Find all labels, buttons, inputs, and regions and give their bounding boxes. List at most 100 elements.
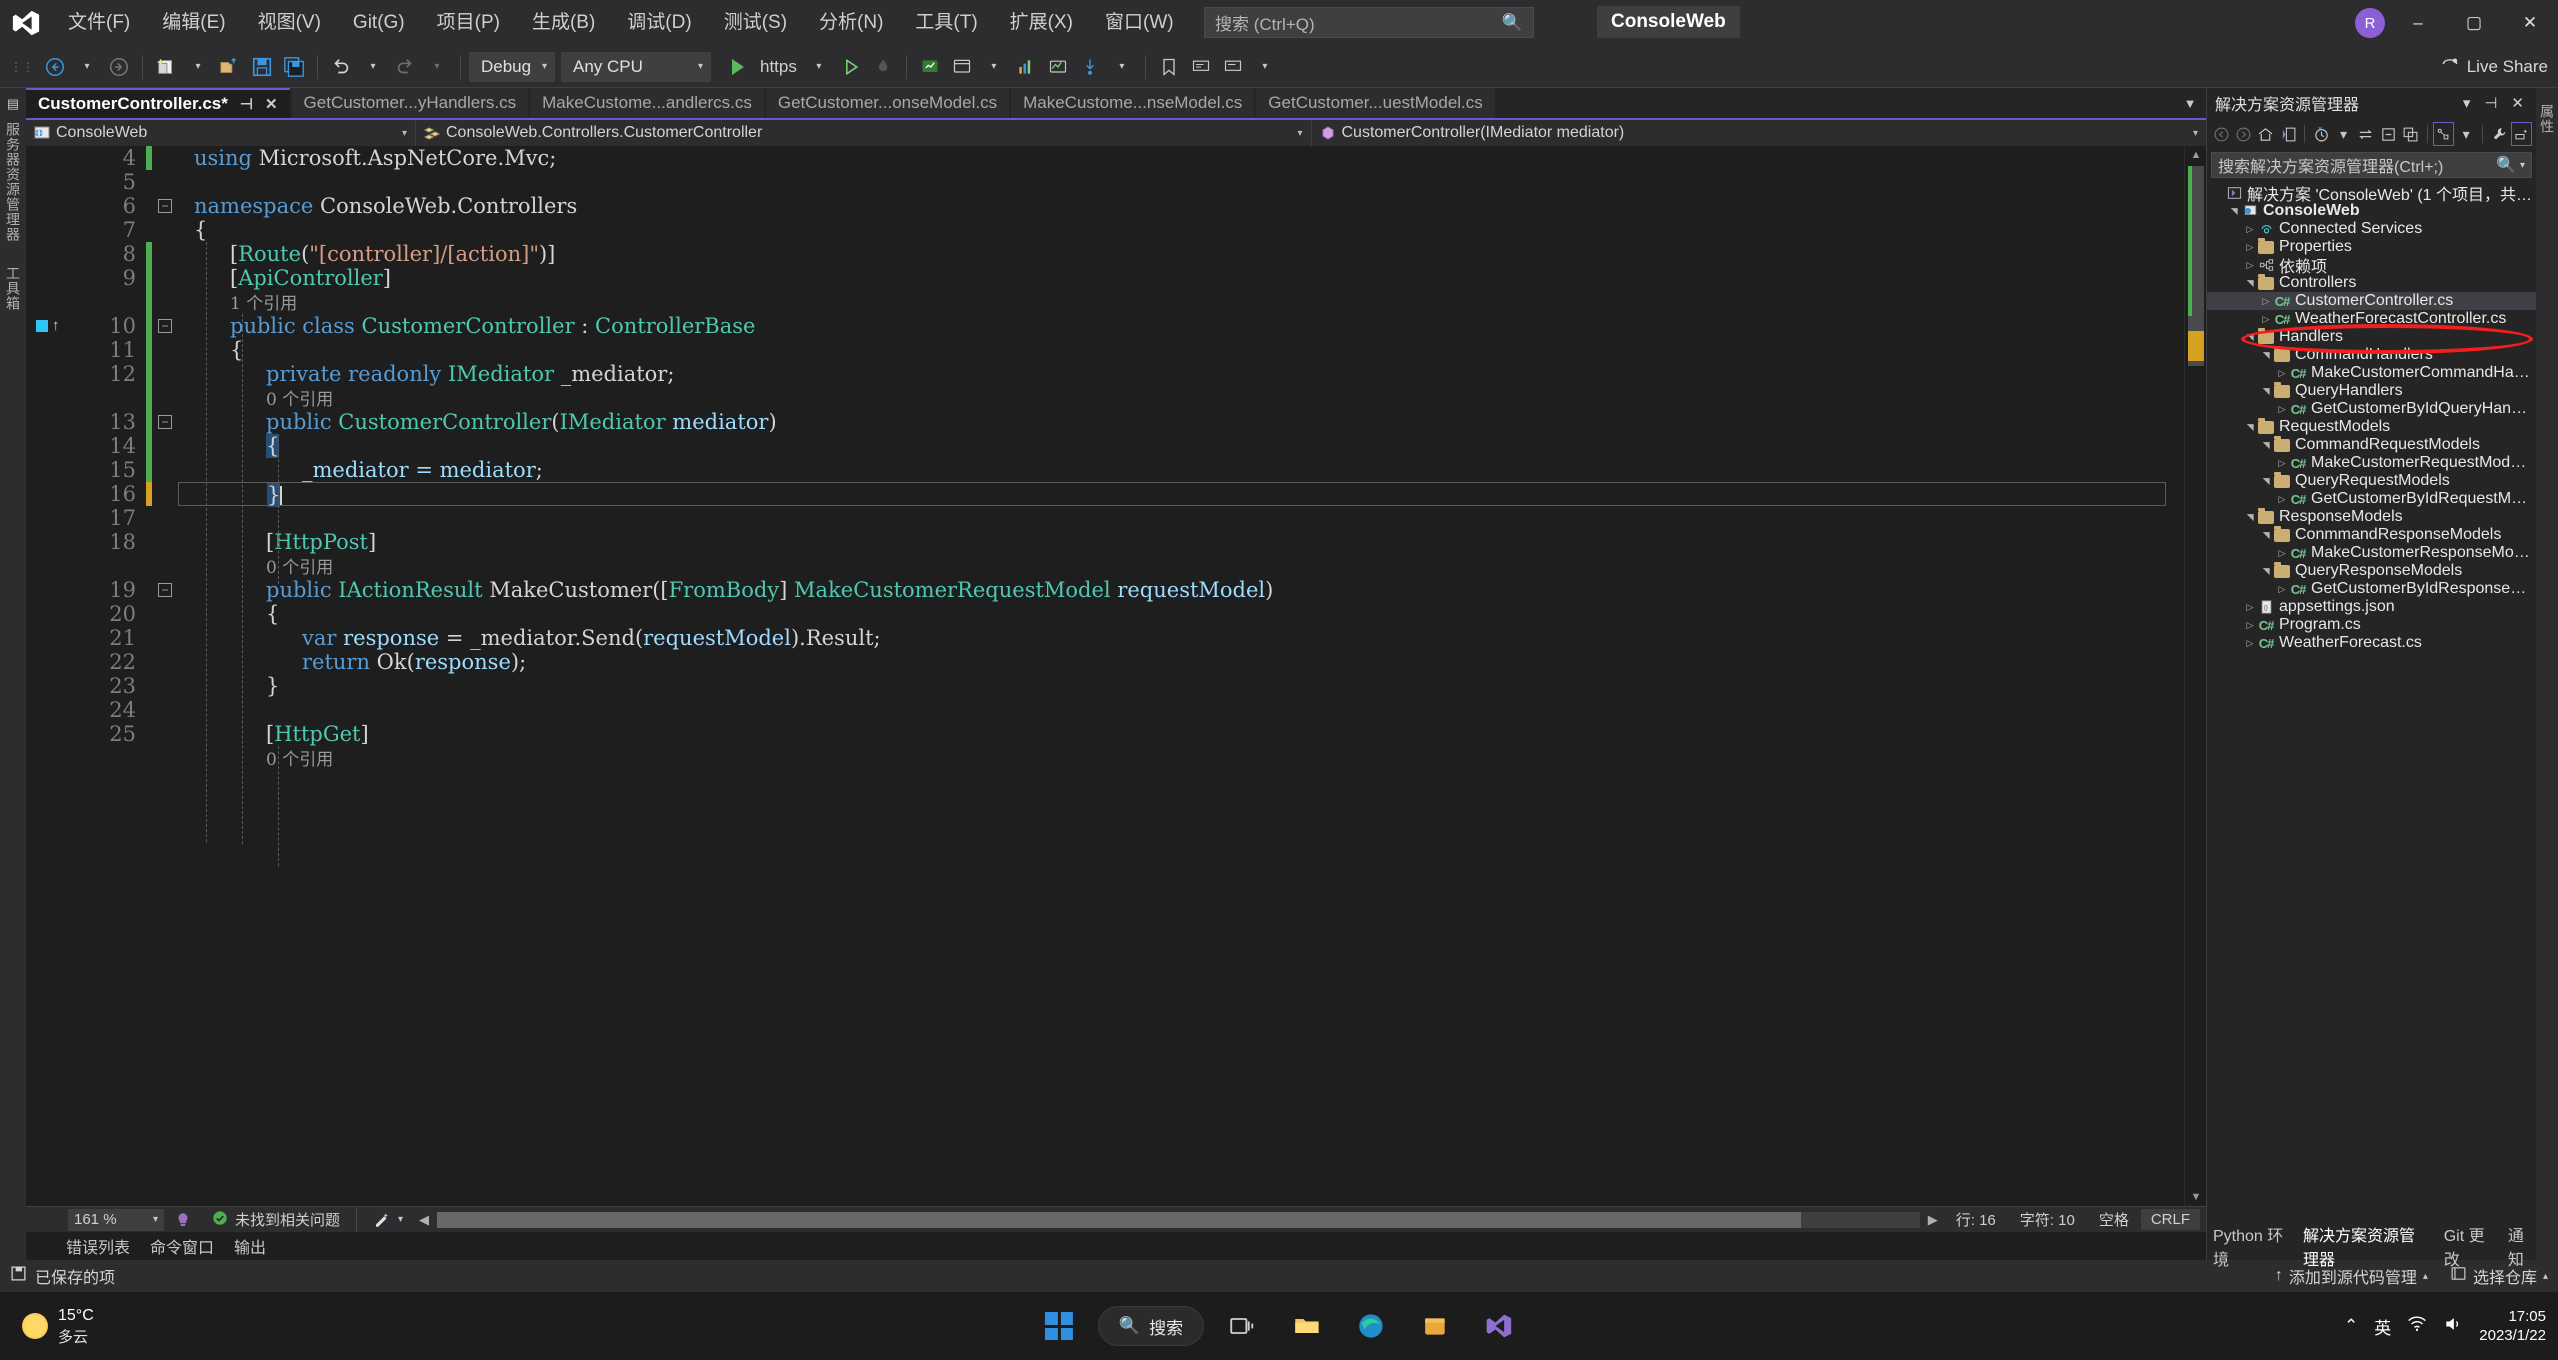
code-line[interactable]: return Ok(response); [178,650,2184,674]
glyph-margin[interactable]: ↑ [26,146,78,1206]
configuration-combo[interactable]: Debug ▾ [469,51,555,82]
code-line[interactable] [178,170,2184,194]
quick-search-input[interactable]: 搜索 (Ctrl+Q) 🔍 [1204,7,1534,38]
intellicode-icon[interactable] [164,1211,202,1229]
menu-window[interactable]: 窗口(W) [1089,0,1190,46]
tree-item-makecustomercommandhandlercs-cs[interactable]: ▷C#MakeCustomerCommandHandlercs.cs [2207,364,2536,382]
menu-debug[interactable]: 调试(D) [611,0,707,46]
task-view-icon[interactable] [1218,1301,1268,1351]
tree-item-connected-services[interactable]: ▷ Connected Services [2207,220,2536,238]
menu-edit[interactable]: 编辑(E) [146,0,241,46]
twisty-collapsed-icon[interactable]: ▷ [2275,404,2289,415]
redo-dropdown[interactable]: ▾ [422,50,452,84]
right-rail-label-properties[interactable]: 属性 [2537,104,2557,134]
navbar-project-selector[interactable]: ConsoleWeb ▾ [26,120,416,146]
twisty-expanded-icon[interactable]: ◢ [2261,564,2272,578]
tree-item-commandhandlers[interactable]: ◢ CommandHandlers [2207,345,2536,364]
menu-build[interactable]: 生成(B) [516,0,611,46]
twisty-collapsed-icon[interactable]: ▷ [2275,584,2289,595]
navbar-type-selector[interactable]: ConsoleWeb.Controllers.CustomerControlle… [416,120,1312,146]
navigate-back-dropdown[interactable]: ▾ [72,50,102,84]
twisty-collapsed-icon[interactable]: ▷ [2275,368,2289,379]
twisty-collapsed-icon[interactable]: ▷ [2243,242,2257,253]
issues-status[interactable]: 未找到相关问题 [202,1209,350,1230]
minimize-button[interactable]: – [2390,0,2446,46]
tree-item-weatherforecastcontroller-cs[interactable]: ▷ C# WeatherForecastController.cs [2207,310,2536,328]
twisty-collapsed-icon[interactable]: ▷ [2243,224,2257,235]
tree-item-program-cs[interactable]: ▷ C# Program.cs [2207,616,2536,634]
twisty-collapsed-icon[interactable]: ▷ [2243,260,2257,271]
properties-wrench-icon[interactable] [2489,122,2509,146]
twisty-collapsed-icon[interactable]: ▷ [2243,602,2257,613]
twisty-expanded-icon[interactable]: ◢ [2245,276,2256,290]
menu-test[interactable]: 测试(S) [708,0,803,46]
preview-selected-items-icon[interactable] [2511,122,2533,146]
code-line[interactable]: { [178,338,2184,362]
twisty-collapsed-icon[interactable]: ▷ [2275,548,2289,559]
back-icon[interactable] [2211,122,2231,146]
code-line[interactable]: var response = _mediator.Send(requestMod… [178,626,2184,650]
code-line[interactable] [178,698,2184,722]
tree-item-properties[interactable]: ▷ Properties [2207,237,2536,256]
editor-vertical-scrollbar[interactable]: ▲ ▼ [2184,146,2206,1206]
forward-icon[interactable] [2233,122,2253,146]
undo-icon[interactable] [326,50,356,84]
menu-view[interactable]: 视图(V) [242,0,337,46]
code-line[interactable]: } [178,674,2184,698]
twisty-expanded-icon[interactable]: ◢ [2245,420,2256,434]
application-insights-icon[interactable] [915,50,945,84]
pending-changes-icon[interactable] [2311,122,2331,146]
code-editor[interactable]: ↑ 4 5 6 7 8 9 10 11 12 13 14 15 16 17 18 19 20 21 22 23 24 25… [26,146,2206,1206]
code-line[interactable]: [HttpGet] [178,722,2184,746]
code-line[interactable]: _mediator = mediator; [178,458,2184,482]
tree-item-makecustomerresponsemodel-cs[interactable]: ▷ C# MakeCustomerResponseModel.cs [2207,544,2536,562]
code-line[interactable]: } [178,482,2166,507]
hscrollbar-thumb[interactable] [437,1211,1802,1228]
tree-item-conmmandresponsemodels[interactable]: ◢ ConmmandResponseModels [2207,525,2536,544]
close-icon[interactable]: ✕ [2507,94,2528,112]
code-line[interactable]: public CustomerController(IMediator medi… [178,410,2184,434]
editor-tab-getcustomer-requestmodel[interactable]: GetCustomer...uestModel.cs [1256,88,1495,118]
editor-tab-getcustomer-queryhandlers[interactable]: GetCustomer...yHandlers.cs [291,88,529,118]
editor-horizontal-scrollbar[interactable] [437,1211,1920,1228]
code-text-area[interactable]: using Microsoft.AspNetCore.Mvc; namespace… [178,146,2184,1206]
tree-item-queryresponsemodels[interactable]: ◢ QueryResponseModels [2207,561,2536,580]
maximize-button[interactable]: ▢ [2446,0,2502,46]
navigate-back-icon[interactable] [40,50,70,84]
code-line[interactable]: private readonly IMediator _mediator; [178,362,2184,386]
twisty-collapsed-icon[interactable]: ▷ [2243,638,2257,649]
twisty-expanded-icon[interactable]: ◢ [2261,528,2272,542]
tree-item-makecustomerrequestmodelcs-cs[interactable]: ▷C#MakeCustomerRequestModelcs.cs [2207,454,2536,472]
menu-extensions[interactable]: 扩展(X) [994,0,1089,46]
network-icon[interactable] [2407,1314,2427,1339]
pin-icon[interactable]: ⊣ [2480,94,2501,112]
tree-item-getcustomerbyidrequestmodel-cs[interactable]: ▷C#GetCustomerByIdRequestModel.cs [2207,490,2536,508]
twisty-expanded-icon[interactable]: ◢ [2261,384,2272,398]
tree-item-customercontroller-cs[interactable]: ▷ C# CustomerController.cs [2207,292,2536,310]
scroll-down-arrow-icon[interactable]: ▼ [2185,1188,2206,1206]
save-all-icon[interactable] [279,50,309,84]
navbar-member-selector[interactable]: CustomerController(IMediator mediator) ▾ [1312,120,2207,146]
tool-tab-output[interactable]: 输出 [234,1234,266,1258]
tool-tab-error-list[interactable]: 错误列表 [66,1234,130,1258]
fold-toggle-icon[interactable]: − [152,578,178,602]
account-avatar[interactable]: R [2350,3,2390,43]
platform-combo[interactable]: Any CPU ▾ [561,51,711,82]
left-rail-label-server-explorer[interactable]: 服务器资源管理器 [3,122,23,242]
pin-icon[interactable]: ⊣ [240,95,253,113]
tree-item--consoleweb-1-1-[interactable]: 解决方案 'ConsoleWeb' (1 个项目，共 1 个) [2207,184,2536,204]
performance-profiler-icon[interactable] [1011,50,1041,84]
menu-git[interactable]: Git(G) [337,0,421,46]
code-line[interactable]: 1 个引用 [178,290,2184,314]
tree-item-requestmodels[interactable]: ◢ RequestModels [2207,417,2536,436]
solution-explorer-search-input[interactable]: 搜索解决方案资源管理器(Ctrl+;) 🔍 ▾ [2211,152,2532,178]
run-target-label[interactable]: https [760,57,797,77]
menu-tools[interactable]: 工具(T) [899,0,993,46]
tree-item-controllers[interactable]: ◢ Controllers [2207,273,2536,292]
tree-item--[interactable]: ▷ 依赖项 [2207,256,2536,276]
volume-icon[interactable] [2443,1314,2463,1339]
scroll-up-arrow-icon[interactable]: ▲ [2185,146,2206,164]
fold-toggle-icon[interactable]: − [152,194,178,218]
twisty-collapsed-icon[interactable]: ▷ [2275,458,2289,469]
code-line[interactable]: [HttpPost] [178,530,2184,554]
